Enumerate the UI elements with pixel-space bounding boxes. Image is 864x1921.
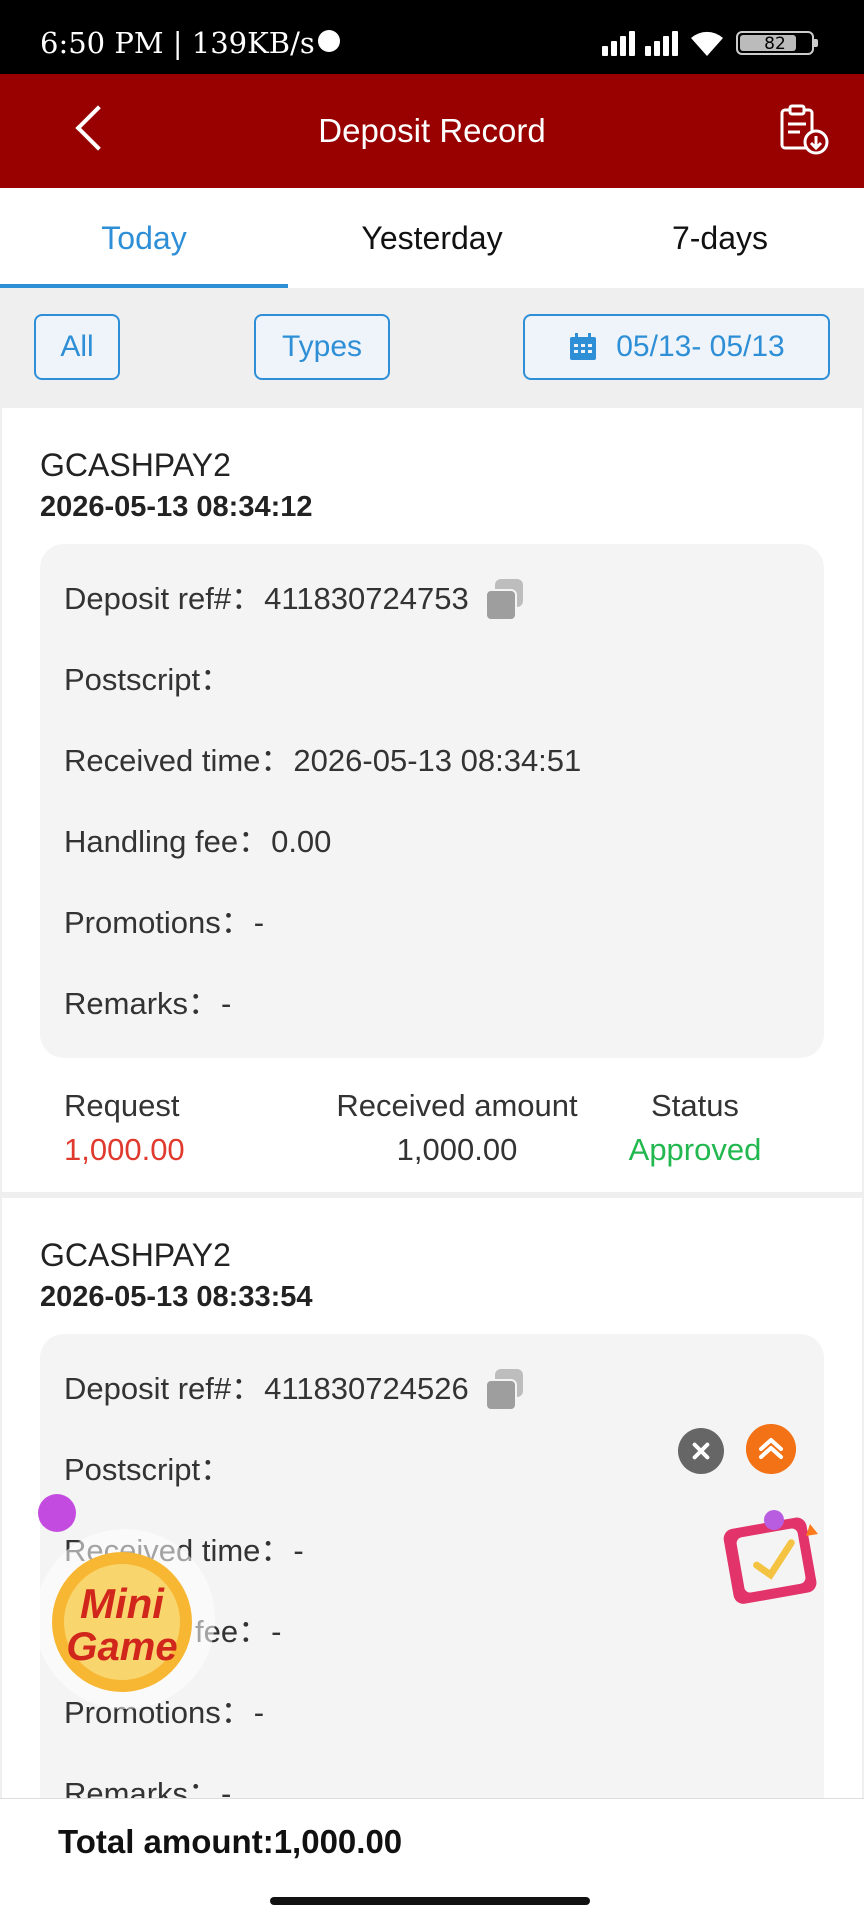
- record-channel: GCASHPAY2: [40, 447, 231, 483]
- scroll-top-icon[interactable]: [746, 1424, 796, 1474]
- tab-yesterday[interactable]: Yesterday: [288, 188, 576, 288]
- request-amount: 1,000.00: [64, 1132, 185, 1167]
- record-datetime: 2026-05-13 08:33:54: [40, 1281, 313, 1313]
- date-range-button[interactable]: 05/13- 05/13: [523, 314, 830, 380]
- remarks-row: Remarks： -: [64, 986, 232, 1021]
- promotions-row: Promotions： -: [64, 905, 265, 940]
- svg-text:Game: Game: [66, 1625, 177, 1669]
- daily-task-icon[interactable]: [718, 1504, 830, 1616]
- signal-icon: [602, 30, 635, 56]
- received-time-row: Received time： 2026-05-13 08:34:51: [64, 743, 582, 778]
- alarm-icon: [318, 30, 340, 52]
- deposit-record-card: GCASHPAY2 2026-05-13 08:34:12 Deposit re…: [2, 408, 862, 1192]
- wifi-icon: [691, 31, 723, 56]
- status-badge: Approved: [628, 1132, 762, 1167]
- signal-icon: [645, 30, 678, 56]
- total-amount: Total amount:1,000.00: [58, 1823, 403, 1860]
- record-details: Deposit ref#： 411830724753 Postscript： Re…: [40, 544, 824, 1058]
- date-range-label: 05/13- 05/13: [616, 330, 785, 363]
- received-amount-column: Received amount 1,000.00: [314, 1084, 600, 1172]
- copy-icon[interactable]: [484, 1368, 525, 1411]
- postscript-row: Postscript：: [64, 662, 232, 697]
- deposit-ref-row: Deposit ref#： 411830724526: [64, 1348, 800, 1429]
- page-title: Deposit Record: [318, 112, 546, 149]
- filter-types-button[interactable]: Types: [254, 314, 390, 380]
- record-datetime: 2026-05-13 08:34:12: [40, 491, 313, 523]
- calendar-icon: [570, 333, 597, 360]
- deposit-ref-row: Deposit ref#： 411830724753: [64, 558, 800, 639]
- mini-game-logo[interactable]: Mini Game: [30, 1524, 220, 1714]
- period-tabs: Today Yesterday 7-days: [0, 188, 864, 288]
- status-column: Status Approved: [600, 1084, 790, 1172]
- handling-fee-row: Handling fee： 0.00: [64, 824, 332, 859]
- tab-today[interactable]: Today: [0, 188, 288, 288]
- filter-all-button[interactable]: All: [34, 314, 120, 380]
- remarks-row: Remarks： -: [64, 1776, 232, 1798]
- request-column: Request 1,000.00: [64, 1084, 314, 1172]
- clipboard-download-icon[interactable]: [778, 104, 830, 156]
- copy-icon[interactable]: [484, 578, 525, 621]
- battery-icon: 82: [736, 31, 818, 55]
- tab-7-days[interactable]: 7-days: [576, 188, 864, 288]
- total-footer: Total amount:1,000.00: [0, 1798, 864, 1921]
- home-indicator: [270, 1897, 590, 1905]
- record-channel: GCASHPAY2: [40, 1237, 231, 1273]
- status-time: 6:50 PM | 139KB/s: [40, 26, 315, 60]
- deposit-ref-value: 411830724753: [264, 581, 469, 616]
- svg-text:Mini: Mini: [80, 1580, 165, 1627]
- app-header: Deposit Record: [0, 74, 864, 188]
- filter-bar: All Types 05/13- 05/13: [0, 288, 864, 408]
- deposit-ref-value: 411830724526: [264, 1371, 469, 1406]
- close-float-icon[interactable]: [678, 1428, 724, 1474]
- status-icons: 82: [602, 28, 818, 58]
- status-bar: 6:50 PM | 139KB/s 82: [0, 0, 864, 74]
- record-summary: Request 1,000.00 Received amount 1,000.0…: [40, 1084, 824, 1172]
- received-amount: 1,000.00: [396, 1132, 518, 1167]
